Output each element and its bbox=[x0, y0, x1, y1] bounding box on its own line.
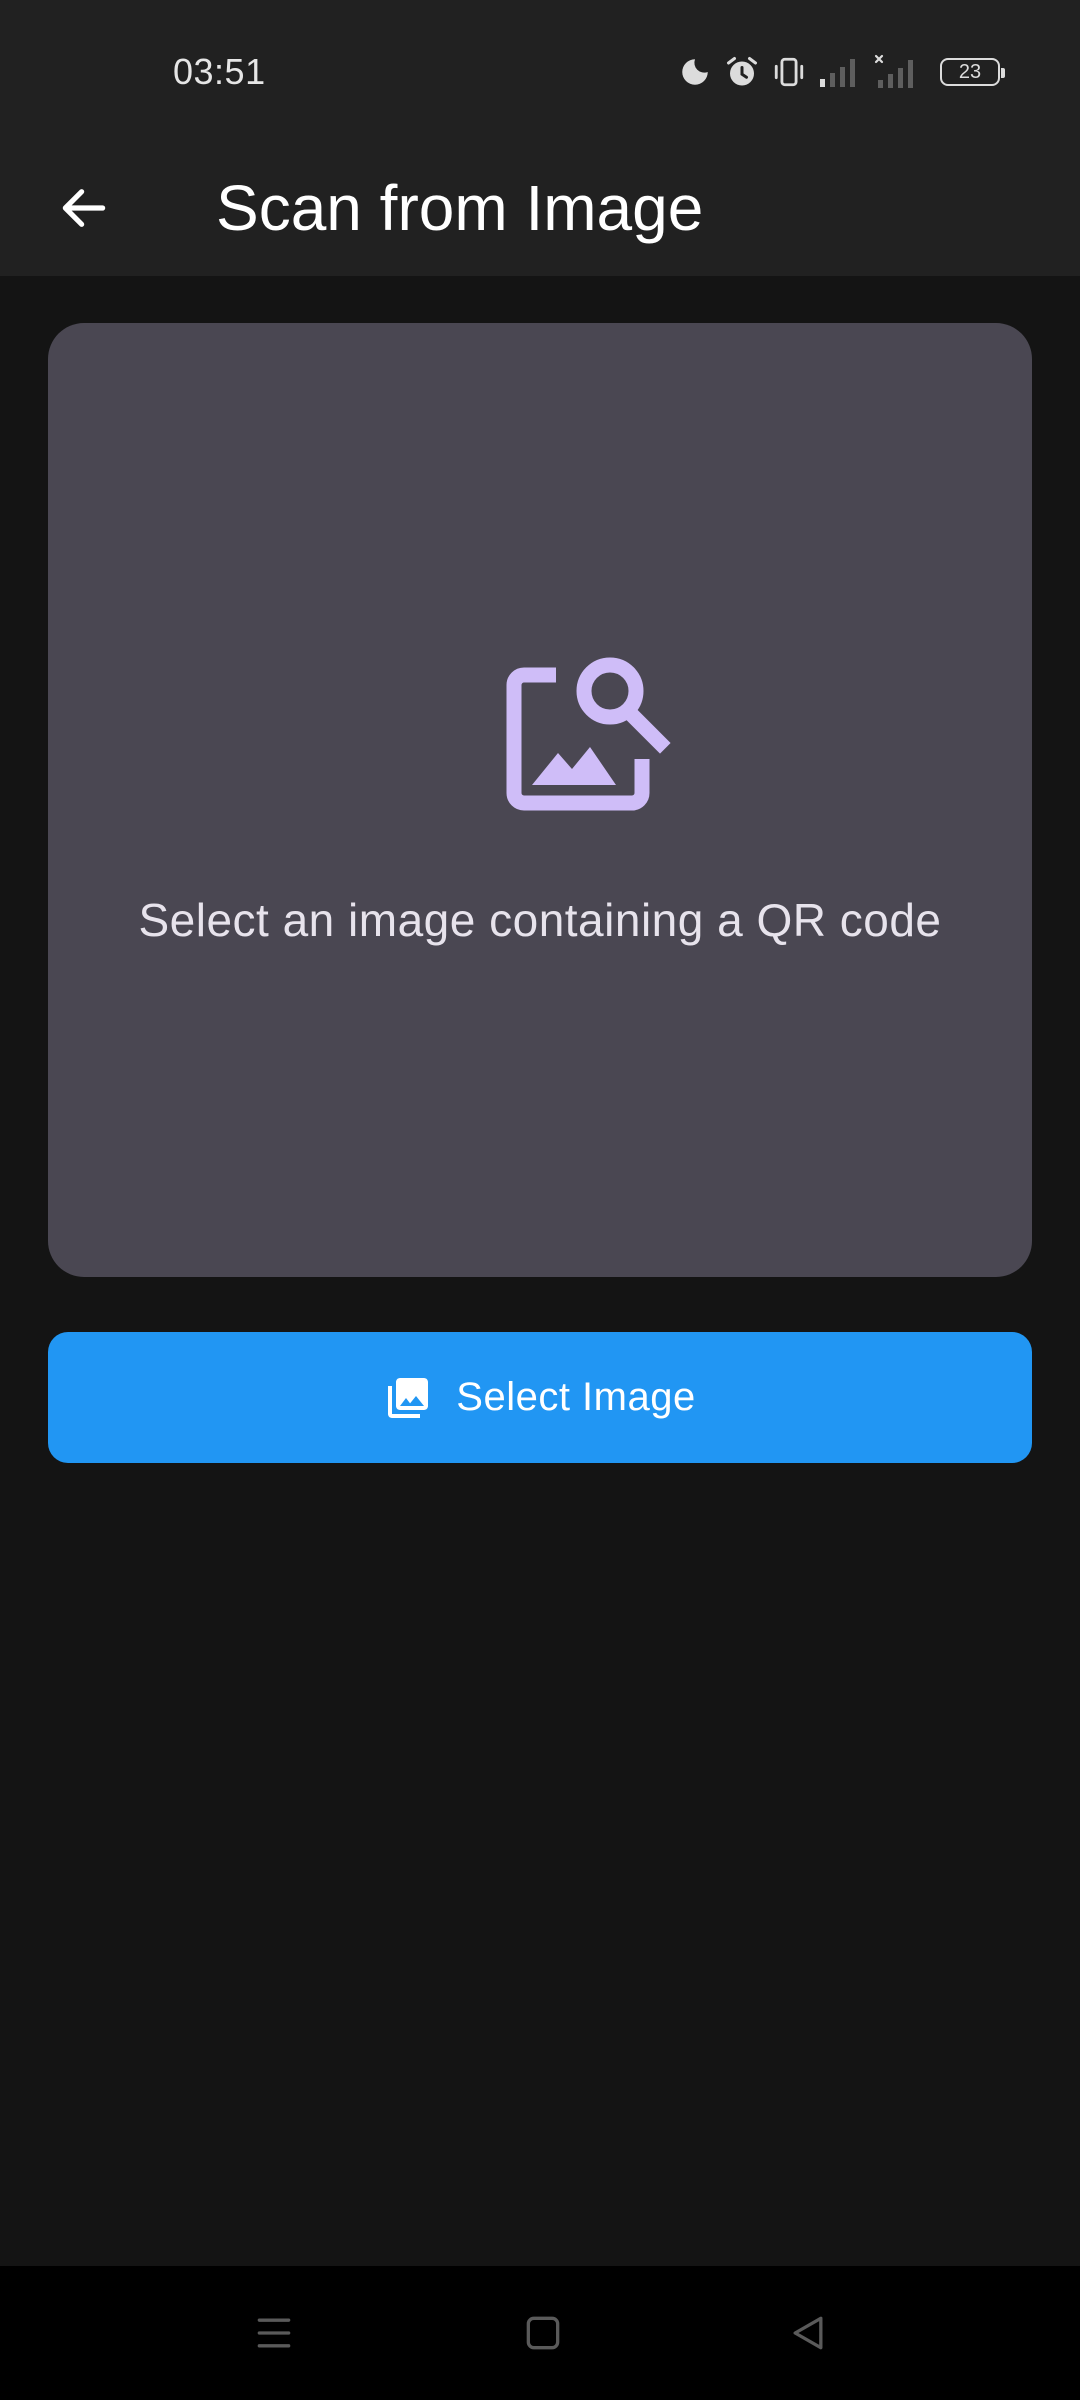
status-time: 03:51 bbox=[173, 51, 266, 92]
status-icons: 23 bbox=[678, 48, 1005, 96]
moon-icon bbox=[678, 55, 712, 89]
home-icon bbox=[526, 2316, 560, 2350]
app-bar: Scan from Image bbox=[0, 140, 1080, 276]
select-image-label: Select Image bbox=[456, 1375, 696, 1419]
battery-level: 23 bbox=[958, 61, 982, 83]
select-image-button[interactable]: Select Image bbox=[48, 1332, 1032, 1463]
image-placeholder-card bbox=[48, 323, 1032, 1277]
vibrate-icon bbox=[772, 55, 806, 89]
nav-back-button[interactable] bbox=[768, 2293, 848, 2373]
image-search-icon bbox=[500, 653, 676, 829]
photo-library-icon bbox=[388, 1377, 429, 1418]
signal-no-service-icon bbox=[874, 54, 920, 90]
battery-icon: 23 bbox=[940, 58, 1005, 86]
system-nav-bar bbox=[0, 2266, 1080, 2400]
nav-menu-button[interactable] bbox=[234, 2293, 314, 2373]
page-title: Scan from Image bbox=[216, 172, 704, 244]
arrow-back-icon bbox=[62, 189, 106, 227]
screen: 03:51 23 Scan from Image Select an image… bbox=[0, 0, 1080, 2400]
menu-icon bbox=[257, 2318, 291, 2348]
status-bar: 03:51 23 bbox=[0, 0, 1080, 140]
back-triangle-icon bbox=[793, 2316, 823, 2350]
back-button[interactable] bbox=[38, 170, 130, 246]
nav-home-button[interactable] bbox=[503, 2293, 583, 2373]
alarm-icon bbox=[724, 54, 760, 90]
placeholder-message: Select an image containing a QR code bbox=[138, 894, 942, 946]
signal-icon bbox=[818, 55, 862, 89]
